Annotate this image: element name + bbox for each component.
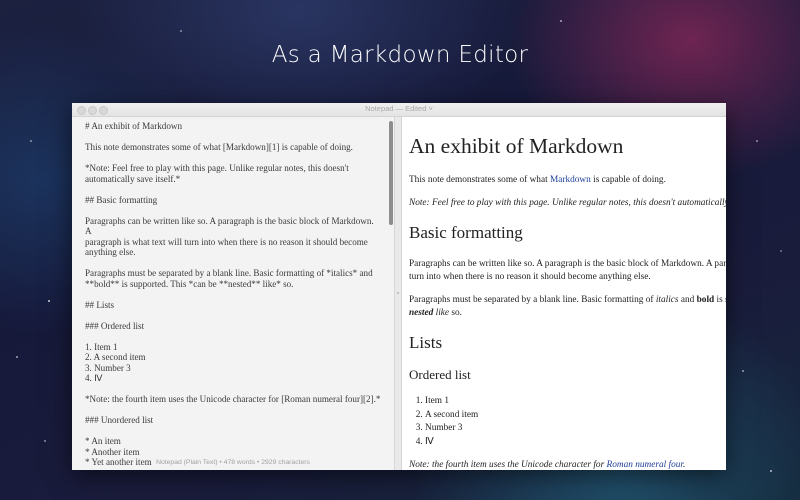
source-line[interactable]: ## Lists	[85, 300, 381, 311]
source-line[interactable]: Paragraphs can be written like so. A par…	[85, 216, 381, 237]
star	[180, 30, 182, 32]
source-scrollbar-thumb[interactable]	[389, 121, 393, 225]
source-line[interactable]: This note demonstrates some of what [Mar…	[85, 142, 381, 153]
preview-note: Note: Feel free to play with this page. …	[409, 198, 726, 208]
preview-note-2: Note: the fourth item uses the Unicode c…	[409, 459, 685, 470]
markdown-preview-pane: An exhibit of Markdown This note demonst…	[402, 117, 726, 470]
preview-text: turn into when there is no reason it sho…	[409, 271, 651, 282]
source-line[interactable]: automatically save itself.*	[85, 174, 381, 185]
preview-text: Paragraphs can be written like so. A par…	[409, 259, 726, 269]
preview-heading-1: An exhibit of Markdown	[409, 134, 624, 158]
preview-italic: like	[433, 307, 450, 318]
markdown-source-pane[interactable]: # An exhibit of Markdown This note demon…	[72, 117, 394, 470]
star	[16, 356, 18, 358]
divider-grip-icon	[397, 292, 399, 294]
preview-paragraph-2: Paragraphs must be separated by a blank …	[409, 294, 726, 319]
source-line[interactable]: *Note: the fourth item uses the Unicode …	[85, 394, 381, 405]
window-titlebar[interactable]: Notepad — Edited ˅	[72, 103, 726, 117]
source-line[interactable]: paragraph is what text will turn into wh…	[85, 237, 381, 248]
source-line[interactable]: ### Ordered list	[85, 321, 381, 332]
preview-bold-italic: nested	[409, 307, 434, 318]
source-line[interactable]: anything else.	[85, 247, 381, 258]
source-line[interactable]: # An exhibit of Markdown	[85, 121, 381, 132]
source-line[interactable]: 4. Ⅳ	[85, 373, 381, 384]
source-line[interactable]: * Another item	[85, 447, 381, 458]
list-item: Number 3	[425, 422, 478, 436]
star	[30, 140, 32, 142]
source-line[interactable]: 2. A second item	[85, 352, 381, 363]
star	[48, 300, 50, 302]
preview-text: Note: the fourth item uses the Unicode c…	[409, 460, 607, 470]
star	[560, 20, 562, 22]
source-line[interactable]: *Note: Feel free to play with this page.…	[85, 163, 381, 174]
preview-text: so.	[449, 307, 462, 318]
preview-heading-ordered-list: Ordered list	[409, 367, 471, 382]
source-line[interactable]: ## Basic formatting	[85, 195, 381, 206]
source-line[interactable]: ### Unordered list	[85, 415, 381, 426]
preview-italic: italics	[655, 295, 679, 305]
split-divider[interactable]	[394, 117, 402, 470]
list-item: Ⅳ	[425, 436, 478, 450]
preview-heading-lists: Lists	[409, 333, 443, 352]
notepad-window: Notepad — Edited ˅ # An exhibit of Markd…	[72, 103, 726, 470]
star	[44, 440, 46, 442]
star	[756, 140, 758, 142]
preview-heading-basic-formatting: Basic formatting	[409, 223, 523, 242]
window-title[interactable]: Notepad — Edited ˅	[72, 104, 726, 113]
markdown-source-text[interactable]: # An exhibit of Markdown This note demon…	[85, 117, 381, 468]
roman-numeral-link[interactable]: Roman numeral four	[607, 460, 683, 470]
source-line[interactable]: **bold** is supported. This *can be **ne…	[85, 279, 381, 290]
preview-text: Paragraphs must be separated by a blank …	[409, 295, 656, 305]
document-status: Notepad (Plain Text) • 478 words • 2929 …	[156, 459, 310, 466]
list-item: A second item	[425, 409, 478, 423]
star	[770, 470, 772, 472]
preview-paragraph-1: Paragraphs can be written like so. A par…	[409, 258, 726, 283]
preview-bold: bold	[696, 295, 715, 305]
star	[780, 250, 782, 252]
markdown-link[interactable]: Markdown	[550, 175, 591, 185]
source-line[interactable]: Paragraphs must be separated by a blank …	[85, 268, 381, 279]
preview-text: .	[682, 460, 686, 470]
source-line[interactable]: * An item	[85, 436, 381, 447]
preview-text: is capable of doing.	[590, 175, 666, 185]
list-item: Item 1	[425, 395, 478, 409]
source-line[interactable]: 3. Number 3	[85, 363, 381, 374]
preview-text: and	[678, 295, 697, 305]
preview-intro: This note demonstrates some of what Mark…	[409, 174, 666, 187]
preview-text: is su	[716, 295, 726, 305]
preview-text: This note demonstrates some of what	[409, 175, 550, 185]
page-headline: As a Markdown Editor	[271, 42, 529, 68]
star	[742, 370, 744, 372]
preview-ordered-list: Item 1 A second item Number 3 Ⅳ	[409, 395, 478, 449]
source-line[interactable]: 1. Item 1	[85, 342, 381, 353]
